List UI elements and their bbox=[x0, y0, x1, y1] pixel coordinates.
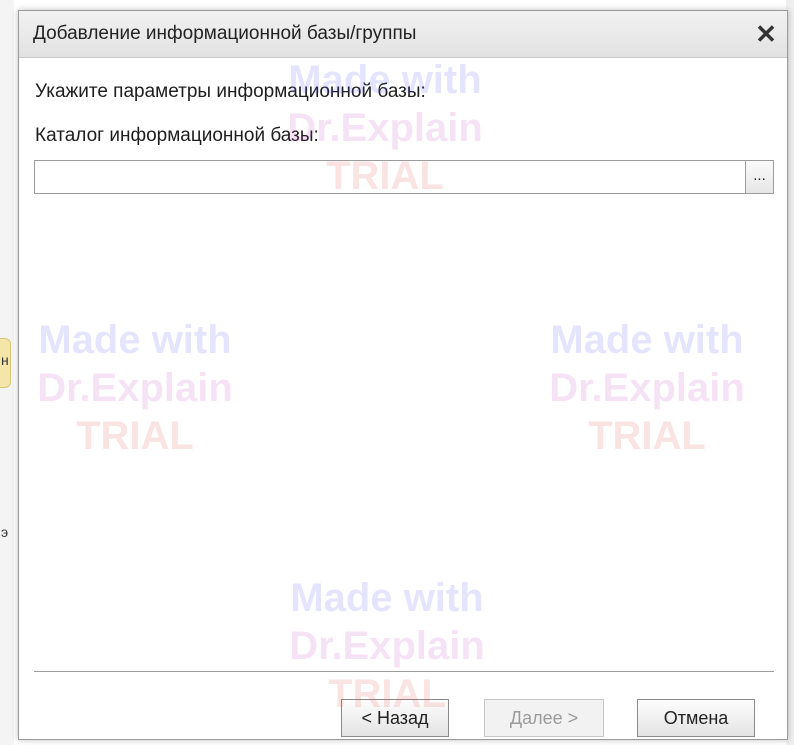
button-divider bbox=[34, 671, 774, 672]
cancel-button[interactable]: Отмена bbox=[637, 699, 755, 737]
parameters-heading: Укажите параметры информационной базы: bbox=[35, 81, 426, 102]
dialog-title: Добавление информационной базы/группы bbox=[33, 23, 417, 44]
catalog-path-input[interactable] bbox=[34, 160, 746, 194]
dialog-titlebar: Добавление информационной базы/группы ✕ bbox=[19, 11, 787, 58]
background-glyph: н bbox=[1, 352, 9, 368]
add-infobase-dialog: Добавление информационной базы/группы ✕ … bbox=[18, 10, 788, 740]
browse-button[interactable]: ... bbox=[745, 160, 774, 194]
screen: н э Добавление информационной базы/групп… bbox=[0, 0, 794, 745]
next-button: Далее > bbox=[484, 699, 604, 737]
back-button[interactable]: < Назад bbox=[341, 699, 449, 737]
background-window-fragment: н э bbox=[0, 0, 14, 745]
catalog-label: Каталог информационной базы: bbox=[35, 125, 319, 146]
background-glyph: э bbox=[1, 524, 9, 540]
close-icon[interactable]: ✕ bbox=[751, 19, 781, 49]
